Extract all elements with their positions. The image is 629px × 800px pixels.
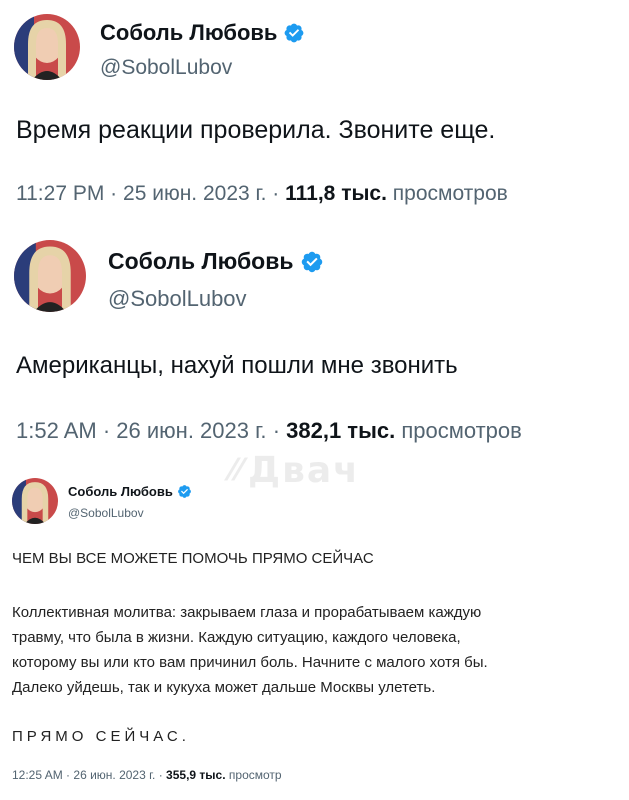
meta-separator: · <box>66 768 71 782</box>
author-name-row[interactable]: Соболь Любовь <box>108 248 324 275</box>
meta-separator: · <box>102 418 111 443</box>
views-count: 355,9 тыс. <box>166 768 226 782</box>
avatar[interactable] <box>14 14 80 80</box>
author-name-row[interactable]: Соболь Любовь <box>68 484 192 499</box>
views-label: просмотров <box>401 418 522 443</box>
author-name-row[interactable]: Соболь Любовь <box>100 20 305 46</box>
tweet-2: Соболь Любовь @SobolLubov Американцы, на… <box>0 228 629 458</box>
tweet-paragraph: Коллективная молитва: закрываем глаза и … <box>12 600 612 700</box>
paragraph-line: Коллективная молитва: закрываем глаза и … <box>12 604 482 621</box>
views-count: 111,8 тыс. <box>285 182 387 205</box>
author-handle[interactable]: @SobolLubov <box>100 56 232 80</box>
avatar[interactable] <box>12 478 58 524</box>
author-name[interactable]: Соболь Любовь <box>108 248 294 275</box>
tweet-3: Соболь Любовь @SobolLubov ЧЕМ ВЫ ВСЕ МОЖ… <box>0 468 629 800</box>
paragraph-line: Далеко уйдешь, так и кукуха может дальше… <box>12 679 436 696</box>
paragraph-line: которому вы или кто вам причинил боль. Н… <box>12 654 488 671</box>
tweet-time[interactable]: 1:52 AM <box>16 418 97 443</box>
author-handle[interactable]: @SobolLubov <box>68 506 144 520</box>
author-name[interactable]: Соболь Любовь <box>100 20 277 46</box>
meta-separator: · <box>110 182 118 205</box>
verified-badge-icon <box>300 250 324 274</box>
meta-separator: · <box>158 768 163 782</box>
author-handle[interactable]: @SobolLubov <box>108 286 247 312</box>
tweet-date[interactable]: 25 июн. 2023 г. <box>123 182 266 205</box>
tweet-time[interactable]: 12:25 AM <box>12 768 63 782</box>
author-name[interactable]: Соболь Любовь <box>68 484 173 499</box>
tweet-time[interactable]: 11:27 PM <box>16 182 104 205</box>
tweet-heading: ЧЕМ ВЫ ВСЕ МОЖЕТЕ ПОМОЧЬ ПРЯМО СЕЙЧАС <box>12 550 374 567</box>
tweet-text: Время реакции проверила. Звоните еще. <box>16 116 496 144</box>
avatar[interactable] <box>14 240 86 312</box>
avatar-image <box>14 14 80 80</box>
tweet-meta: 12:25 AM · 26 июн. 2023 г. · 355,9 тыс. … <box>12 768 282 782</box>
avatar-image <box>14 240 86 312</box>
meta-separator: · <box>272 182 280 205</box>
views-label: просмотр <box>228 768 282 782</box>
tweet-date[interactable]: 26 июн. 2023 г. <box>73 768 155 782</box>
tweet-1: Соболь Любовь @SobolLubov Время реакции … <box>0 0 629 220</box>
views-label: просмотров <box>392 182 508 205</box>
verified-badge-icon <box>177 484 192 499</box>
tweet-text: Американцы, нахуй пошли мне звонить <box>16 352 458 379</box>
tweet-meta: 11:27 PM · 25 июн. 2023 г. · 111,8 тыс. … <box>16 182 508 206</box>
tweet-closing: ПРЯМО СЕЙЧАС. <box>12 728 190 745</box>
avatar-image <box>12 478 58 524</box>
paragraph-line: травму, что была в жизни. Каждую ситуаци… <box>12 629 461 646</box>
verified-badge-icon <box>283 22 305 44</box>
